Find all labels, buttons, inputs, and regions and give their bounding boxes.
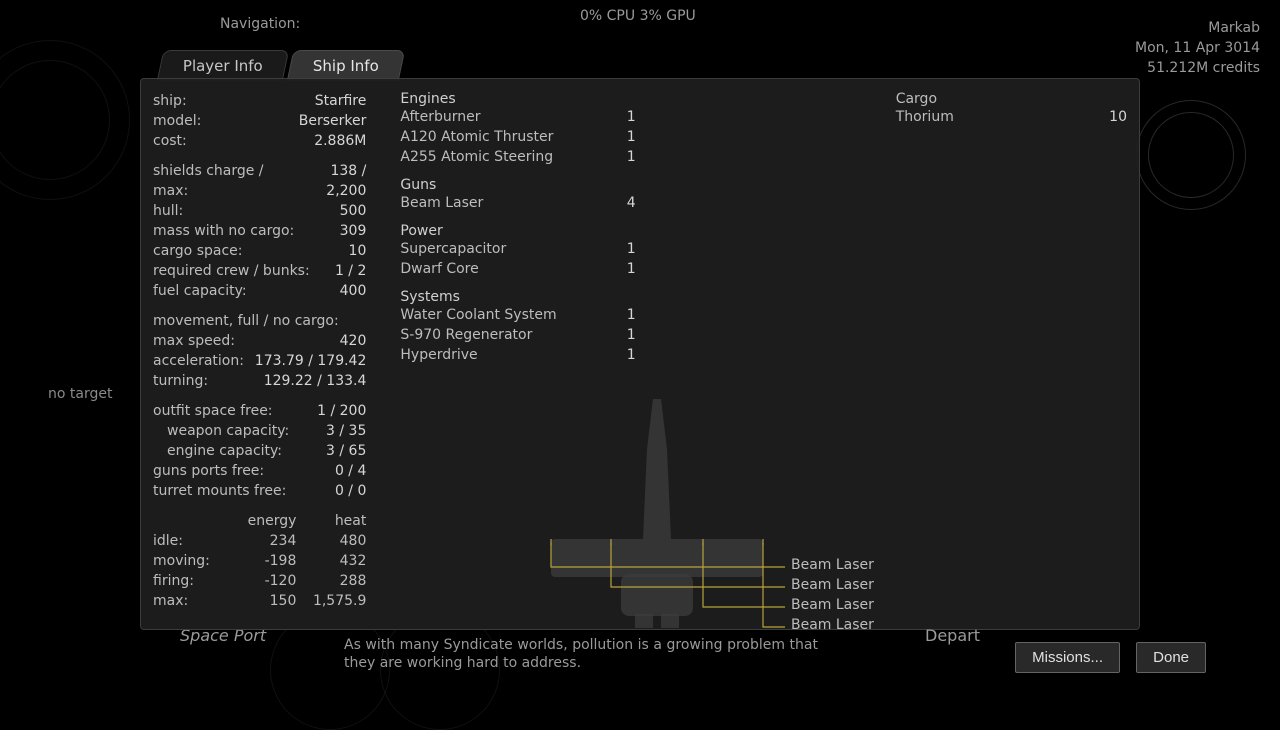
stat-label: fuel capacity: [153,281,247,301]
hardpoint-label: Beam Laser [791,577,874,593]
stat-label: required crew / bunks: [153,261,310,281]
stat-section: movement, full / no cargo: [153,311,339,331]
outfit-count: 1 [627,259,636,279]
group-power: Power [400,223,635,239]
cargo-space: 10 [349,241,367,261]
group-systems: Systems [400,289,635,305]
outfit-count: 1 [627,305,636,325]
hardpoint-label: Beam Laser [791,557,874,573]
outfit-name: A120 Atomic Thruster [400,127,553,147]
outfits-column: Engines Afterburner 1 A120 Atomic Thruste… [378,79,647,629]
stat-label: ship: [153,91,187,111]
stat-label: weapon capacity: [153,421,289,441]
ship-stats-column: ship: Starfire model: Berserker cost: 2.886… [141,79,378,629]
stat-label: idle: [153,531,236,551]
credits: 51.212M credits [1135,58,1260,78]
ship-name: Starfire [315,91,367,111]
outfit-name: Dwarf Core [400,259,478,279]
group-cargo: Cargo [896,91,1127,107]
engine-cap: 3 / 65 [326,441,366,461]
system-name: Markab [1135,18,1260,38]
tab-ship-info[interactable]: Ship Info [287,50,405,81]
moving-heat: 432 [296,551,366,571]
stat-label: max: [153,591,236,611]
ship-info-panel: ship: Starfire model: Berserker cost: 2.886… [140,78,1140,630]
navigation-label: Navigation: [220,16,300,32]
stat-label: engine capacity: [153,441,282,461]
acceleration: 173.79 / 179.42 [255,351,367,371]
outfit-name: S-970 Regenerator [400,325,532,345]
col-header-heat: heat [296,511,366,531]
mass: 309 [340,221,367,241]
stat-label: turning: [153,371,208,391]
max-energy: 150 [236,591,296,611]
idle-heat: 480 [296,531,366,551]
shields: 138 / 2,200 [292,161,366,201]
no-target-label: no target [48,386,112,402]
stat-label: shields charge / max: [153,161,292,201]
max-heat: 1,575.9 [296,591,366,611]
stat-label: outfit space free: [153,401,273,421]
outfit-name: Supercapacitor [400,239,506,259]
firing-energy: -120 [236,571,296,591]
depart-label: Depart [925,626,980,645]
group-engines: Engines [400,91,635,107]
hull: 500 [340,201,367,221]
firing-heat: 288 [296,571,366,591]
idle-energy: 234 [236,531,296,551]
cargo-item-name: Thorium [896,107,954,127]
stat-label: guns ports free: [153,461,264,481]
outfit-name: Beam Laser [400,193,483,213]
done-button[interactable]: Done [1136,642,1206,673]
moving-energy: -198 [236,551,296,571]
outfit-count: 4 [627,193,636,213]
stat-label: acceleration: [153,351,244,371]
stat-label: firing: [153,571,236,591]
perf-stats: 0% CPU 3% GPU [580,8,696,24]
outfit-name: Hyperdrive [400,345,477,365]
outfit-count: 1 [627,325,636,345]
ship-model: Berserker [299,111,367,131]
weapon-cap: 3 / 35 [326,421,366,441]
ship-cost: 2.886M [314,131,366,151]
outfit-count: 1 [627,239,636,259]
stat-label: mass with no cargo: [153,221,294,241]
stat-label: cost: [153,131,187,151]
outfit-name: Afterburner [400,107,480,127]
game-date: Mon, 11 Apr 3014 [1135,38,1260,58]
outfit-count: 1 [627,147,636,167]
outfit-name: A255 Atomic Steering [400,147,553,167]
stat-label: cargo space: [153,241,242,261]
hardpoint-label: Beam Laser [791,617,874,633]
cargo-item-qty: 10 [1109,107,1127,127]
outfit-space: 1 / 200 [317,401,366,421]
stat-label: model: [153,111,201,131]
col-header-energy: energy [236,511,296,531]
fuel: 400 [340,281,367,301]
stat-label: max speed: [153,331,235,351]
topbar: Navigation: 0% CPU 3% GPU Markab Mon, 11… [0,0,1280,32]
outfit-name: Water Coolant System [400,305,556,325]
turning: 129.22 / 133.4 [264,371,367,391]
group-guns: Guns [400,177,635,193]
gun-ports: 0 / 4 [335,461,366,481]
planet-description: As with many Syndicate worlds, pollution… [344,636,818,672]
turret-mounts: 0 / 0 [335,481,366,501]
outfit-count: 1 [627,345,636,365]
outfit-count: 1 [627,127,636,147]
tabs: Player Info Ship Info [160,50,406,81]
outfit-count: 1 [627,107,636,127]
topbar-right: Markab Mon, 11 Apr 3014 51.212M credits [1135,18,1260,78]
max-speed: 420 [340,331,367,351]
stat-label: hull: [153,201,183,221]
stat-label: turret mounts free: [153,481,286,501]
missions-button[interactable]: Missions... [1015,642,1120,673]
hardpoint-label: Beam Laser [791,597,874,613]
tab-player-info[interactable]: Player Info [157,50,289,81]
stat-label: moving: [153,551,236,571]
crew: 1 / 2 [335,261,366,281]
deco-circle [1148,112,1234,198]
cargo-column: Cargo Thorium 10 [896,79,1139,629]
